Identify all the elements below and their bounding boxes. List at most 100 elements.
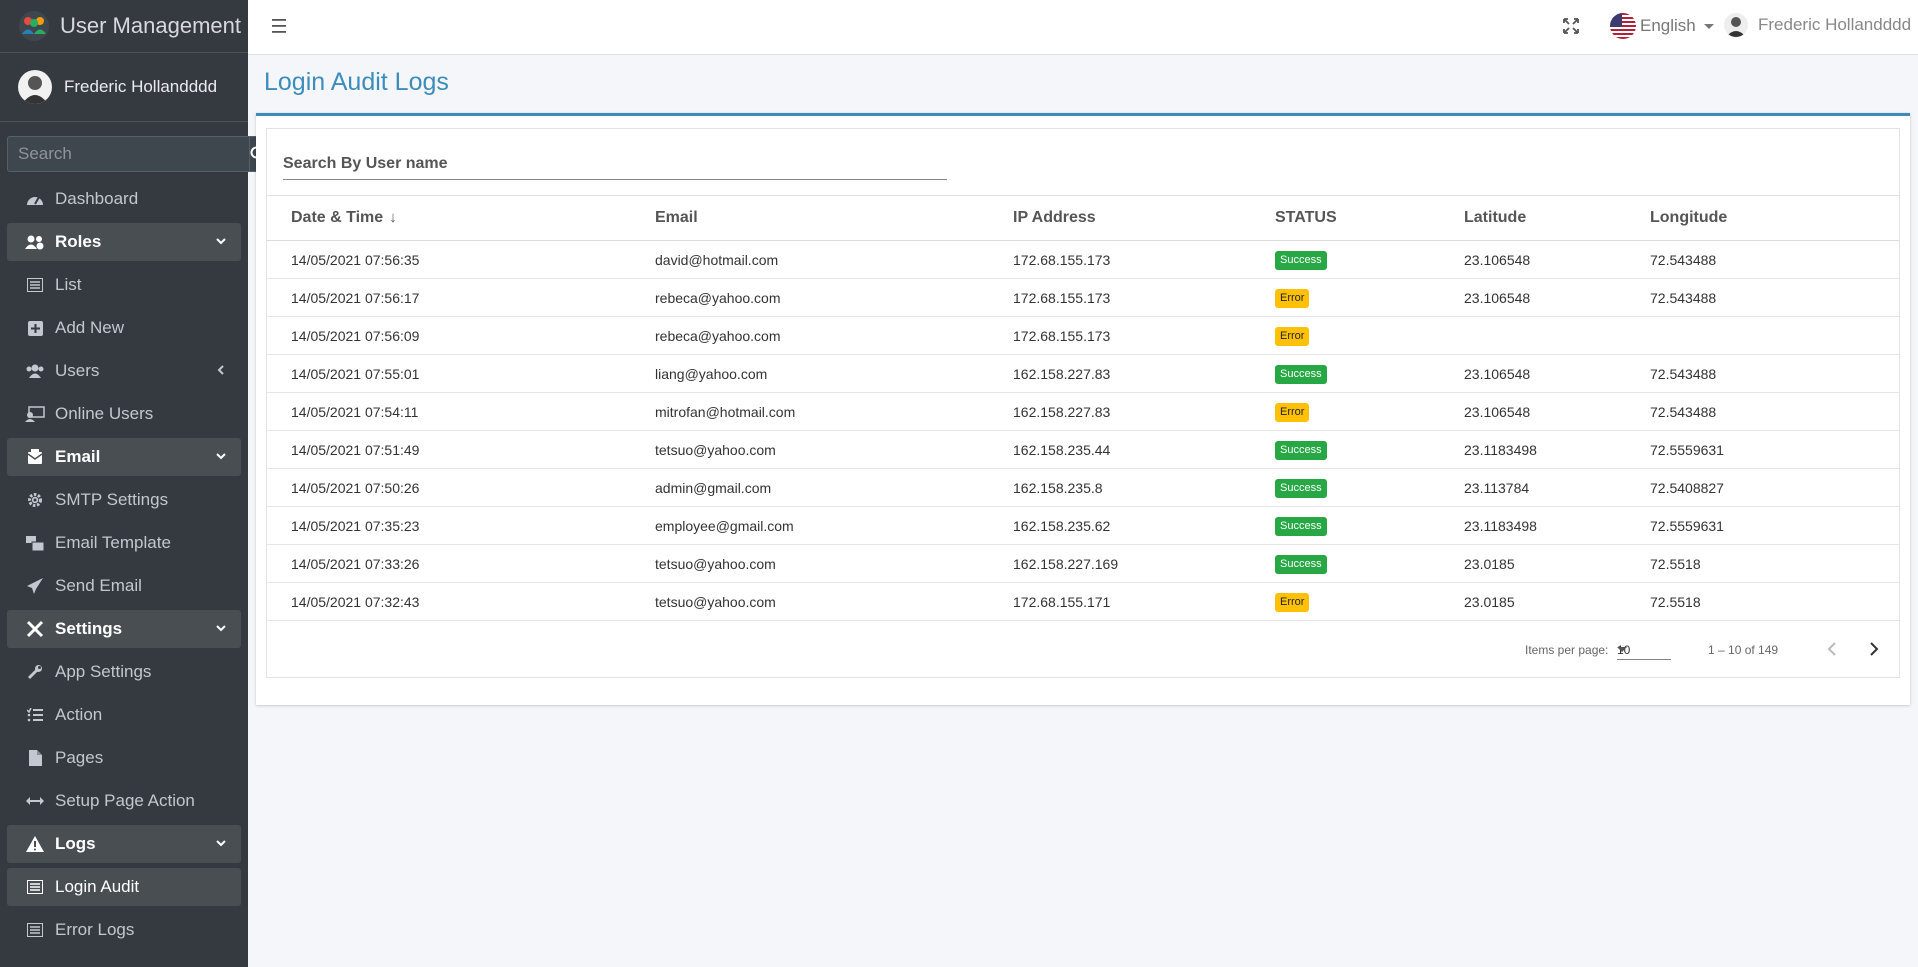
cell-email: tetsuo@yahoo.com (655, 593, 776, 610)
cell-status: Success (1251, 469, 1440, 507)
sidebar-item-email-template[interactable]: Email Template (7, 524, 241, 562)
column-header-datetime[interactable]: Date & Time ↓ (267, 196, 631, 241)
cell-latitude (1440, 317, 1626, 355)
cell-longitude: 72.5408827 (1650, 479, 1724, 496)
sidebar-item-send-email[interactable]: Send Email (7, 567, 241, 605)
page-range: 1 – 10 of 149 (1708, 643, 1779, 657)
header-user-name: Frederic Hollandddd (1758, 15, 1912, 34)
cell-longitude: 72.5518 (1650, 555, 1701, 572)
cell-datetime: 14/05/2021 07:50:26 (291, 479, 420, 496)
us-flag-icon (1610, 13, 1636, 39)
status-badge: Success (1275, 440, 1327, 460)
wrench-icon (25, 662, 45, 682)
column-header-status[interactable]: STATUS (1251, 196, 1440, 241)
online-users-icon (25, 404, 45, 424)
sidebar-nav: Dashboard Roles List Add New Users Onlin… (0, 180, 248, 949)
fullscreen-icon[interactable] (1562, 17, 1580, 35)
sidebar-item-label: Action (55, 705, 103, 724)
cell-email: admin@gmail.com (655, 479, 772, 496)
status-badge: Success (1275, 250, 1327, 270)
caret-down-icon (1703, 23, 1714, 29)
sort-arrow-down-icon: ↓ (389, 209, 397, 226)
chevron-down-icon (216, 238, 226, 245)
table-header-row: Date & Time ↓ Email IP Address STATUS Lat… (267, 195, 1899, 241)
cell-latitude: 23.106548 (1464, 403, 1531, 420)
cell-datetime: 14/05/2021 07:56:09 (291, 327, 420, 344)
column-header-latitude[interactable]: Latitude (1440, 196, 1626, 241)
cell-ip: 162.158.235.8 (1013, 479, 1103, 496)
file-icon (25, 748, 45, 768)
sidebar-item-label: Logs (55, 834, 96, 853)
sidebar-item-online-users[interactable]: Online Users (7, 395, 241, 433)
sidebar-item-login-audit[interactable]: Login Audit (7, 868, 241, 906)
previous-page-icon[interactable] (1824, 640, 1842, 658)
sidebar-item-add-new[interactable]: Add New (7, 309, 241, 347)
user-menu[interactable]: Frederic Hollandddd (1724, 13, 1911, 37)
column-header-longitude[interactable]: Longitude (1626, 196, 1899, 241)
brand-link[interactable]: User Management (0, 0, 248, 53)
sidebar-item-label: Error Logs (55, 920, 135, 939)
sidebar-search-input[interactable] (7, 136, 249, 172)
next-page-icon[interactable] (1864, 640, 1882, 658)
audit-table-container: Date & Time↓ Email IP Address STATUS Lat… (266, 128, 1900, 678)
cell-email: liang@yahoo.com (655, 365, 768, 382)
sidebar-item-logs[interactable]: Logs (7, 825, 241, 863)
sidebar-item-roles[interactable]: Roles (7, 223, 241, 261)
cell-status: Error (1251, 583, 1440, 621)
sidebar-item-label: Email Template (55, 533, 171, 552)
cell-ip: 162.158.227.169 (1013, 555, 1119, 572)
cell-status: Error (1251, 393, 1440, 431)
sidebar-item-dashboard[interactable]: Dashboard (7, 180, 241, 218)
sidebar-item-label: SMTP Settings (55, 490, 169, 509)
cell-email: tetsuo@yahoo.com (655, 555, 776, 572)
table-body: 14/05/2021 07:56:35 david@hotmail.com 172.… (267, 241, 1899, 621)
cell-latitude: 23.1183498 (1464, 517, 1537, 534)
cell-status: Success (1251, 355, 1440, 393)
cell-ip: 172.68.155.173 (1013, 327, 1111, 344)
page-title: Login Audit Logs (264, 68, 449, 96)
audit-card: Date & Time↓ Email IP Address STATUS Lat… (256, 113, 1910, 705)
sidebar-item-pages[interactable]: Pages (7, 739, 241, 777)
cell-latitude: 23.0185 (1464, 555, 1515, 572)
cell-ip: 172.68.155.171 (1013, 593, 1111, 610)
cell-datetime: 14/05/2021 07:33:26 (291, 555, 420, 572)
sidebar-item-list[interactable]: List (7, 266, 241, 304)
cell-latitude: 23.1183498 (1464, 441, 1537, 458)
cell-ip: 162.158.227.83 (1013, 365, 1111, 382)
cell-email: tetsuo@yahoo.com (655, 441, 776, 458)
column-header-email[interactable]: Email (631, 196, 989, 241)
table-row: 14/05/2021 07:55:01 liang@yahoo.com 162.15… (267, 355, 1899, 393)
warning-icon (25, 834, 45, 854)
user-panel[interactable]: Frederic Hollandddd (0, 53, 248, 122)
sidebar-item-settings[interactable]: Settings (7, 610, 241, 648)
language-selector[interactable]: English (1610, 13, 1714, 39)
cell-ip: 162.158.227.83 (1013, 403, 1111, 420)
cell-datetime: 14/05/2021 07:54:11 (291, 403, 419, 420)
sidebar-item-setup-page-action[interactable]: Setup Page Action (7, 782, 241, 820)
sidebar-item-action[interactable]: Action (7, 696, 241, 734)
user-search-input[interactable] (283, 151, 947, 177)
cell-longitude: 72.543488 (1650, 251, 1717, 268)
cell-longitude: 72.5559631 (1650, 517, 1724, 534)
sidebar-item-users[interactable]: Users (7, 352, 241, 390)
list-icon (25, 275, 45, 295)
sidebar-item-email[interactable]: Email (7, 438, 241, 476)
cell-ip: 172.68.155.173 (1013, 289, 1111, 306)
items-per-page-select[interactable]: 10 (1617, 639, 1671, 660)
dashboard-icon (25, 189, 45, 209)
column-header-ip[interactable]: IP Address (989, 196, 1251, 241)
hamburger-menu-icon[interactable] (272, 18, 290, 34)
users-cog-icon (25, 232, 45, 252)
sidebar-item-smtp-settings[interactable]: SMTP Settings (7, 481, 241, 519)
sidebar-item-label: Roles (55, 232, 102, 251)
sidebar-item-app-settings[interactable]: App Settings (7, 653, 241, 691)
sidebar-item-error-logs[interactable]: Error Logs (7, 911, 241, 949)
table-row: 14/05/2021 07:56:09 rebeca@yahoo.com 172.6… (267, 317, 1899, 355)
topbar: English Frederic Hollandddd (248, 0, 1918, 55)
cell-status: Success (1251, 545, 1440, 583)
cell-status: Success (1251, 431, 1440, 469)
cell-email: employee@gmail.com (655, 517, 794, 534)
user-search-field (283, 151, 947, 180)
cell-email: mitrofan@hotmail.com (655, 403, 796, 420)
gear-icon (25, 490, 45, 510)
